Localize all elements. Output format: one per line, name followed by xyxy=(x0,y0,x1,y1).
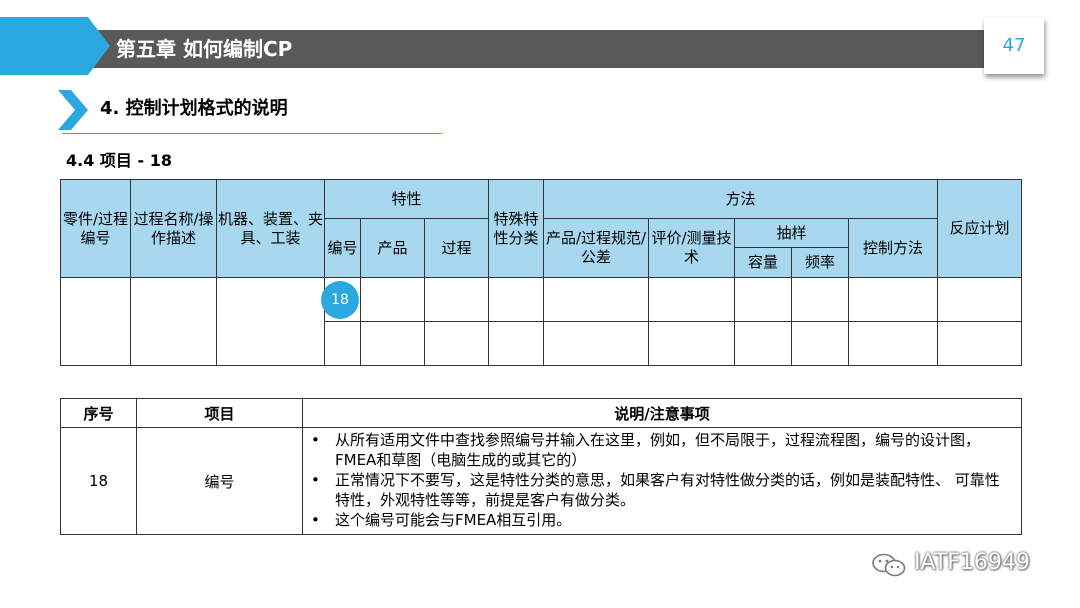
chapter-title: 第五章 如何编制CP xyxy=(116,37,293,61)
header-sample: 抽样 xyxy=(734,218,850,248)
watermark-text: IATF16949 xyxy=(914,550,1030,575)
header-description: 说明/注意事项 xyxy=(302,398,1022,428)
header-characteristics: 特性 xyxy=(323,179,490,219)
header-spec-tolerance: 产品/过程规范/公差 xyxy=(543,218,650,278)
item-marker: 18 xyxy=(321,280,359,319)
cell-reaction xyxy=(937,277,1023,322)
header-process-name: 过程名称/操作描述 xyxy=(130,179,217,278)
cell-process xyxy=(423,321,490,366)
cell-eval xyxy=(648,321,736,366)
header-sample-frequency: 频率 xyxy=(791,247,850,278)
table-row: 18 xyxy=(60,277,1023,366)
cell-size xyxy=(734,321,793,366)
header-sample-size: 容量 xyxy=(734,247,793,278)
cell-control xyxy=(848,321,939,366)
header-machine: 机器、装置、夹具、工装 xyxy=(216,179,325,278)
header-accent-chevron xyxy=(0,17,110,75)
cell-size xyxy=(734,277,793,322)
cell-sequence: 18 xyxy=(60,427,137,535)
explanation-table: 序号 项目 说明/注意事项 18 编号 从所有适用文件中查找参照编号并输入在这里… xyxy=(60,398,1022,535)
page-number: 47 xyxy=(1002,35,1026,56)
chevron-right-icon xyxy=(58,90,88,130)
cell-freq xyxy=(791,277,850,322)
cell-char-number xyxy=(324,321,361,366)
header-control-method: 控制方法 xyxy=(848,218,939,278)
cell-control xyxy=(848,277,939,322)
notes-list: 从所有适用文件中查找参照编号并输入在这里，例如，但不局限于，过程流程图，编号的设… xyxy=(303,428,1021,534)
cell-process xyxy=(423,277,490,322)
subsection-title: 4.4 项目 - 18 xyxy=(66,151,172,170)
header-part-number: 零件/过程编号 xyxy=(60,179,131,278)
section-title: 4. 控制计划格式的说明 xyxy=(100,98,288,119)
cell-part-number xyxy=(60,277,131,366)
cell-description: 从所有适用文件中查找参照编号并输入在这里，例如，但不局限于，过程流程图，编号的设… xyxy=(302,427,1022,535)
list-item: 这个编号可能会与FMEA相互引用。 xyxy=(311,510,1009,530)
header-process: 过程 xyxy=(423,218,490,278)
cell-process-name xyxy=(130,277,217,366)
header-reaction-plan: 反应计划 xyxy=(937,179,1023,278)
header-special-class: 特殊特性分类 xyxy=(488,179,545,278)
page-number-box: 47 xyxy=(984,18,1044,74)
cell-special-class xyxy=(488,321,545,366)
cell-char-number: 18 xyxy=(321,277,361,322)
header-char-number: 编号 xyxy=(324,218,361,278)
cell-machine xyxy=(216,277,325,366)
cell-product xyxy=(360,277,425,322)
cell-item: 编号 xyxy=(136,427,303,535)
section-underline xyxy=(62,133,442,134)
cell-freq xyxy=(791,321,850,366)
header-eval-measure: 评价/测量技术 xyxy=(648,218,736,278)
cell-special-class xyxy=(488,277,545,322)
cell-spec xyxy=(543,277,650,322)
control-plan-table: 零件/过程编号 过程名称/操作描述 机器、装置、夹具、工装 特性 特殊特性分类 … xyxy=(60,179,1023,366)
header-item: 项目 xyxy=(136,398,303,428)
list-item: 从所有适用文件中查找参照编号并输入在这里，例如，但不局限于，过程流程图，编号的设… xyxy=(311,430,1009,470)
header-methods: 方法 xyxy=(543,179,939,219)
wechat-icon xyxy=(872,553,906,577)
cell-eval xyxy=(648,277,736,322)
header-sequence: 序号 xyxy=(60,398,137,428)
header-product: 产品 xyxy=(360,218,425,278)
cell-product xyxy=(360,321,425,366)
table-row: 18 编号 从所有适用文件中查找参照编号并输入在这里，例如，但不局限于，过程流程… xyxy=(60,427,1022,535)
cell-spec xyxy=(543,321,650,366)
cell-reaction xyxy=(937,321,1023,366)
list-item: 正常情况下不要写，这是特性分类的意思，如果客户有对特性做分类的话，例如是装配特性… xyxy=(311,470,1009,510)
